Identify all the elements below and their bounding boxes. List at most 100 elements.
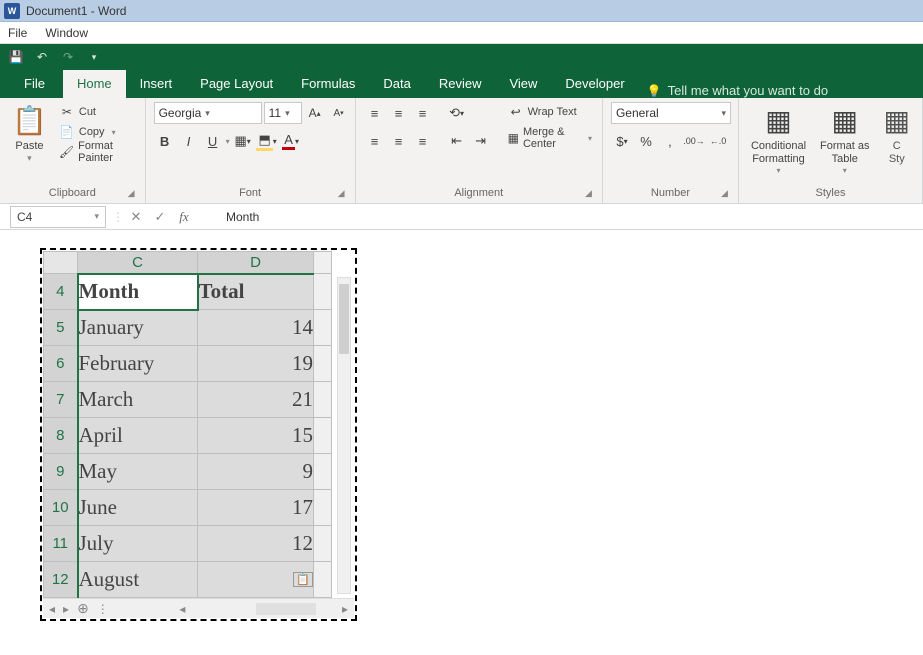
enter-formula-button[interactable]: ✓ bbox=[148, 209, 172, 225]
copy-button[interactable]: 📄Copy▾ bbox=[57, 122, 137, 142]
wrap-text-button[interactable]: ↩Wrap Text bbox=[506, 102, 594, 122]
align-bottom-button[interactable]: ≡ bbox=[412, 102, 434, 124]
tab-page-layout[interactable]: Page Layout bbox=[186, 70, 287, 98]
redo-icon[interactable]: ↷ bbox=[60, 49, 76, 65]
tab-view[interactable]: View bbox=[495, 70, 551, 98]
cell[interactable]: July bbox=[78, 526, 198, 562]
row-header[interactable]: 8 bbox=[44, 418, 78, 454]
row-header[interactable]: 5 bbox=[44, 310, 78, 346]
worksheet-grid[interactable]: C D 4MonthTotal 5January14 6February19 7Mar… bbox=[43, 251, 332, 598]
formula-value[interactable]: Month bbox=[226, 210, 259, 224]
borders-button[interactable]: ▦▾ bbox=[232, 130, 254, 152]
cell[interactable]: February bbox=[78, 346, 198, 382]
comma-button[interactable]: , bbox=[659, 130, 681, 152]
dialog-launcher-icon[interactable]: ◢ bbox=[128, 188, 135, 199]
align-center-button[interactable]: ≡ bbox=[388, 130, 410, 152]
dialog-launcher-icon[interactable]: ◢ bbox=[721, 188, 728, 199]
align-top-button[interactable]: ≡ bbox=[364, 102, 386, 124]
column-header-d[interactable]: D bbox=[198, 252, 314, 274]
merge-center-button[interactable]: ▦Merge & Center▾ bbox=[506, 128, 594, 148]
tab-developer[interactable]: Developer bbox=[551, 70, 638, 98]
format-painter-button[interactable]: 🖌Format Painter bbox=[57, 142, 137, 162]
row-header[interactable]: 4 bbox=[44, 274, 78, 310]
name-box[interactable]: C4▾ bbox=[10, 206, 106, 228]
bold-button[interactable]: B bbox=[154, 130, 176, 152]
tab-home[interactable]: Home bbox=[63, 70, 126, 98]
cell[interactable]: 14 bbox=[198, 310, 314, 346]
align-left-button[interactable]: ≡ bbox=[364, 130, 386, 152]
align-middle-button[interactable]: ≡ bbox=[388, 102, 410, 124]
chevron-down-icon[interactable]: ▾ bbox=[226, 137, 230, 146]
row-header[interactable]: 6 bbox=[44, 346, 78, 382]
dialog-launcher-icon[interactable]: ◢ bbox=[585, 188, 592, 199]
smart-tag-icon[interactable]: 📋 bbox=[293, 572, 313, 587]
new-sheet-button[interactable]: ⊕ bbox=[77, 600, 89, 617]
decrease-indent-button[interactable]: ⇤ bbox=[446, 130, 468, 152]
cell[interactable]: 15 bbox=[198, 418, 314, 454]
cell[interactable]: Month bbox=[78, 274, 198, 310]
increase-indent-button[interactable]: ⇥ bbox=[470, 130, 492, 152]
cell[interactable]: 17 bbox=[198, 490, 314, 526]
select-all-corner[interactable] bbox=[44, 252, 78, 274]
accounting-format-button[interactable]: $▾ bbox=[611, 130, 633, 152]
tab-data[interactable]: Data bbox=[369, 70, 424, 98]
hscroll-left-icon[interactable]: ◂ bbox=[179, 602, 185, 616]
tab-insert[interactable]: Insert bbox=[126, 70, 187, 98]
row-header[interactable]: 10 bbox=[44, 490, 78, 526]
paste-button[interactable]: 📋 Paste ▾ bbox=[8, 102, 51, 166]
orientation-button[interactable]: ⟲▾ bbox=[446, 102, 468, 124]
vertical-scrollbar[interactable] bbox=[337, 277, 351, 594]
dialog-launcher-icon[interactable]: ◢ bbox=[338, 188, 345, 199]
scrollbar-thumb[interactable] bbox=[339, 284, 349, 354]
cell[interactable]: March bbox=[78, 382, 198, 418]
decrease-decimal-button[interactable]: ←.0 bbox=[707, 130, 729, 152]
cell-styles-button[interactable]: ▦C Sty bbox=[880, 102, 914, 168]
column-header-c[interactable]: C bbox=[78, 252, 198, 274]
sheet-nav-prev-icon[interactable]: ◂ bbox=[49, 602, 55, 616]
cell[interactable]: 19 bbox=[198, 346, 314, 382]
tab-file[interactable]: File bbox=[16, 70, 63, 98]
tab-formulas[interactable]: Formulas bbox=[287, 70, 369, 98]
cell[interactable]: 📋 bbox=[198, 562, 314, 598]
cell[interactable]: January bbox=[78, 310, 198, 346]
align-right-button[interactable]: ≡ bbox=[412, 130, 434, 152]
menu-file[interactable]: File bbox=[8, 26, 27, 40]
embedded-spreadsheet-object[interactable]: C D 4MonthTotal 5January14 6February19 7Mar… bbox=[40, 248, 357, 621]
font-size-dropdown[interactable]: 11▾ bbox=[264, 102, 302, 124]
cell[interactable]: 9 bbox=[198, 454, 314, 490]
cut-button[interactable]: ✂Cut bbox=[57, 102, 137, 122]
row-header[interactable]: 12 bbox=[44, 562, 78, 598]
increase-decimal-button[interactable]: .00→ bbox=[683, 130, 705, 152]
tell-me-search[interactable]: 💡 Tell me what you want to do bbox=[647, 83, 828, 98]
qat-customize-icon[interactable]: ▾ bbox=[86, 49, 102, 65]
insert-function-button[interactable]: fx bbox=[172, 209, 196, 225]
cell[interactable]: April bbox=[78, 418, 198, 454]
menu-window[interactable]: Window bbox=[45, 26, 88, 40]
horizontal-scrollbar[interactable] bbox=[256, 603, 316, 615]
conditional-formatting-button[interactable]: ▦Conditional Formatting▾ bbox=[747, 102, 810, 178]
cancel-formula-button[interactable]: ✕ bbox=[124, 209, 148, 225]
cell[interactable]: 12 bbox=[198, 526, 314, 562]
italic-button[interactable]: I bbox=[178, 130, 200, 152]
cell[interactable]: May bbox=[78, 454, 198, 490]
cell[interactable]: Total bbox=[198, 274, 314, 310]
number-format-dropdown[interactable]: General▾ bbox=[611, 102, 731, 124]
cell[interactable]: August bbox=[78, 562, 198, 598]
undo-icon[interactable]: ↶ bbox=[34, 49, 50, 65]
tab-review[interactable]: Review bbox=[425, 70, 496, 98]
fill-color-button[interactable]: ⬒▾ bbox=[256, 130, 278, 152]
row-header[interactable]: 11 bbox=[44, 526, 78, 562]
underline-button[interactable]: U bbox=[202, 130, 224, 152]
cell[interactable]: June bbox=[78, 490, 198, 526]
decrease-font-button[interactable]: A▾ bbox=[328, 102, 350, 124]
row-header[interactable]: 7 bbox=[44, 382, 78, 418]
save-icon[interactable]: 💾 bbox=[8, 49, 24, 65]
row-header[interactable]: 9 bbox=[44, 454, 78, 490]
format-as-table-button[interactable]: ▦Format as Table▾ bbox=[816, 102, 874, 178]
font-name-dropdown[interactable]: Georgia▾ bbox=[154, 102, 262, 124]
percent-button[interactable]: % bbox=[635, 130, 657, 152]
hscroll-right-icon[interactable]: ▸ bbox=[342, 602, 348, 616]
font-color-button[interactable]: A▾ bbox=[280, 130, 302, 152]
cell[interactable]: 21 bbox=[198, 382, 314, 418]
increase-font-button[interactable]: A▴ bbox=[304, 102, 326, 124]
